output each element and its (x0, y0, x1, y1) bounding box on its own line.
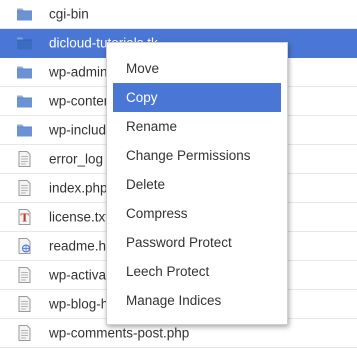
menu-item-password-protect[interactable]: Password Protect (113, 228, 281, 257)
context-menu: Move Copy Rename Change Permissions Dele… (106, 42, 288, 325)
menu-item-leech-protect[interactable]: Leech Protect (113, 257, 281, 286)
folder-icon (16, 35, 33, 52)
file-name: license.txt (49, 209, 110, 225)
folder-icon (16, 64, 33, 81)
folder-icon (16, 122, 33, 139)
file-name: error_log (49, 151, 104, 167)
text-file-icon (16, 267, 33, 284)
text-file-icon (16, 296, 33, 313)
text-document-icon: T (16, 209, 33, 226)
text-file-icon (16, 151, 33, 168)
file-row-cgi-bin[interactable]: cgi-bin (0, 0, 357, 29)
menu-item-change-permissions[interactable]: Change Permissions (113, 141, 281, 170)
file-name: wp-admin (49, 64, 108, 80)
file-name: cgi-bin (49, 6, 89, 22)
menu-item-copy[interactable]: Copy (113, 83, 281, 112)
menu-item-rename[interactable]: Rename (113, 112, 281, 141)
text-file-icon (16, 180, 33, 197)
svg-text:T: T (21, 212, 30, 225)
web-file-icon (16, 238, 33, 255)
folder-icon (16, 6, 33, 23)
file-name: index.php (49, 180, 108, 196)
folder-icon (16, 93, 33, 110)
menu-item-delete[interactable]: Delete (113, 170, 281, 199)
menu-item-manage-indices[interactable]: Manage Indices (113, 286, 281, 315)
file-name: wp-comments-post.php (49, 325, 190, 341)
text-file-icon (16, 325, 33, 342)
menu-item-compress[interactable]: Compress (113, 199, 281, 228)
menu-item-move[interactable]: Move (113, 54, 281, 83)
